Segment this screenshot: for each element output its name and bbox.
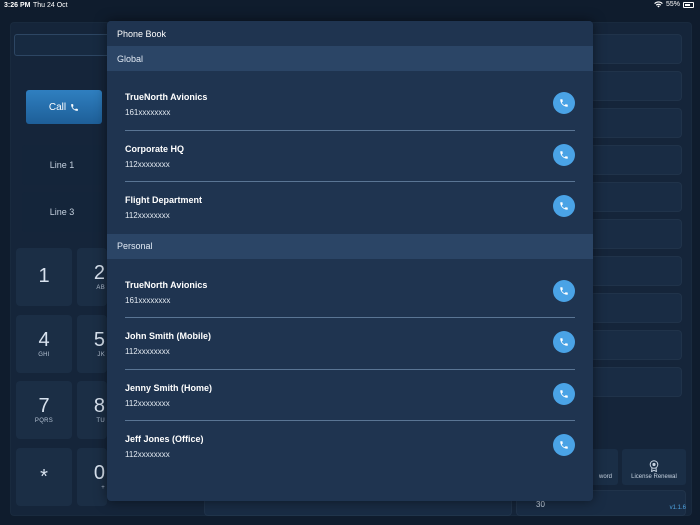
modal-title: Phone Book xyxy=(107,21,593,46)
section-header-global: Global xyxy=(107,46,593,71)
bg-row xyxy=(590,330,682,360)
license-renewal-tile[interactable]: License Renewal xyxy=(622,449,686,485)
key-letters: + xyxy=(101,485,105,491)
status-time: 3:26 PM xyxy=(4,2,31,9)
key-digit: 0 xyxy=(93,462,105,484)
battery-icon xyxy=(683,1,694,8)
phone-icon xyxy=(560,286,568,295)
phone-icon xyxy=(560,389,568,398)
phone-icon xyxy=(71,103,78,111)
call-contact-button[interactable] xyxy=(553,279,575,302)
status-right: 55% xyxy=(654,1,694,8)
status-bar: 3:26 PM Thu 24 Oct 55% xyxy=(0,0,700,12)
bg-row xyxy=(590,256,682,286)
phone-icon xyxy=(560,441,568,449)
call-button[interactable]: Call xyxy=(26,90,102,124)
key-digit: * xyxy=(40,466,48,488)
key-star[interactable]: * xyxy=(16,448,72,506)
contact-row[interactable]: TrueNorth Avionics 161xxxxxxxx xyxy=(125,267,575,318)
key-digit: 4 xyxy=(38,329,50,351)
version-label: v1.1.6 xyxy=(669,505,686,511)
key-letters: JK xyxy=(97,352,105,358)
key-letters: PQRS xyxy=(34,418,54,424)
line-3-label: Line 3 xyxy=(49,207,75,217)
contact-name: John Smith (Mobile) xyxy=(125,331,211,341)
contact-number: 112xxxxxxxx xyxy=(125,398,170,408)
key-1[interactable]: 1 xyxy=(16,248,72,306)
phone-icon xyxy=(560,99,568,107)
contact-number: 112xxxxxxxx xyxy=(125,347,170,356)
contact-name: Jeff Jones (Office) xyxy=(125,434,204,444)
contact-number: 112xxxxxxxx xyxy=(125,211,170,220)
contact-name: Jenny Smith (Home) xyxy=(125,382,213,393)
key-digit: 7 xyxy=(38,395,50,417)
bg-row xyxy=(590,182,682,212)
bg-row xyxy=(590,108,682,138)
status-date: Thu 24 Oct xyxy=(33,2,68,9)
bg-row xyxy=(590,367,682,397)
key-digit: 8 xyxy=(93,395,105,417)
key-2[interactable]: 2 AB xyxy=(77,248,107,306)
line-3-button[interactable]: Line 3 xyxy=(22,192,102,232)
contact-name: TrueNorth Avionics xyxy=(125,92,208,102)
section-header-personal: Personal xyxy=(107,233,593,259)
line-1-button[interactable]: Line 1 xyxy=(22,145,102,185)
contact-number: 112xxxxxxxx xyxy=(125,450,170,459)
password-tile-label: word xyxy=(598,474,612,480)
contact-row[interactable]: Jeff Jones (Office) 112xxxxxxxx xyxy=(125,421,575,473)
phone-book-modal: Phone Book Global TrueNorth Avionics 161… xyxy=(107,21,593,501)
battery-percent: 55% xyxy=(665,1,680,8)
contact-name: Flight Department xyxy=(125,195,203,205)
call-contact-button[interactable] xyxy=(553,434,575,456)
contact-name: Corporate HQ xyxy=(125,143,185,154)
call-contact-button[interactable] xyxy=(553,331,575,353)
key-digit: 2 xyxy=(93,262,105,284)
key-letters: GHI xyxy=(38,352,50,358)
contact-row[interactable]: TrueNorth Avionics 161xxxxxxxx xyxy=(125,79,575,131)
key-5[interactable]: 5 JK xyxy=(77,315,107,373)
contact-row[interactable]: John Smith (Mobile) 112xxxxxxxx xyxy=(125,318,575,370)
bg-row xyxy=(590,219,682,249)
key-0[interactable]: 0 + xyxy=(77,448,107,506)
call-contact-button[interactable] xyxy=(553,382,575,405)
license-renewal-label: License Renewal xyxy=(631,474,677,480)
wifi-icon xyxy=(654,1,663,8)
contact-number: 112xxxxxxxx xyxy=(125,159,170,169)
key-8[interactable]: 8 TU xyxy=(77,381,107,439)
key-digit: 1 xyxy=(38,265,50,287)
key-4[interactable]: 4 GHI xyxy=(16,315,72,373)
contact-row[interactable]: Flight Department 112xxxxxxxx xyxy=(125,182,575,234)
contact-number: 161xxxxxxxx xyxy=(125,108,171,117)
dial-input[interactable] xyxy=(14,34,112,56)
key-7[interactable]: 7 PQRS xyxy=(16,381,72,439)
phone-icon xyxy=(560,150,568,159)
bg-row xyxy=(590,71,682,101)
key-letters: AB xyxy=(96,285,105,291)
call-contact-button[interactable] xyxy=(553,92,575,114)
contact-row[interactable]: Corporate HQ 112xxxxxxxx xyxy=(125,131,575,182)
key-letters: TU xyxy=(96,418,105,424)
bg-row xyxy=(590,34,682,64)
bg-row xyxy=(590,293,682,323)
bottom-value: 30 xyxy=(536,500,545,509)
contact-name: TrueNorth Avionics xyxy=(125,279,208,290)
call-contact-button[interactable] xyxy=(553,195,575,217)
key-digit: 5 xyxy=(93,329,105,351)
call-contact-button[interactable] xyxy=(553,143,575,166)
line-1-label: Line 1 xyxy=(49,160,75,170)
contact-number: 161xxxxxxxx xyxy=(125,295,171,305)
phone-icon xyxy=(560,338,568,346)
bg-row xyxy=(590,145,682,175)
phone-icon xyxy=(560,202,568,210)
certificate-icon xyxy=(649,460,659,472)
contact-row[interactable]: Jenny Smith (Home) 112xxxxxxxx xyxy=(125,370,575,421)
call-label: Call xyxy=(48,101,67,113)
